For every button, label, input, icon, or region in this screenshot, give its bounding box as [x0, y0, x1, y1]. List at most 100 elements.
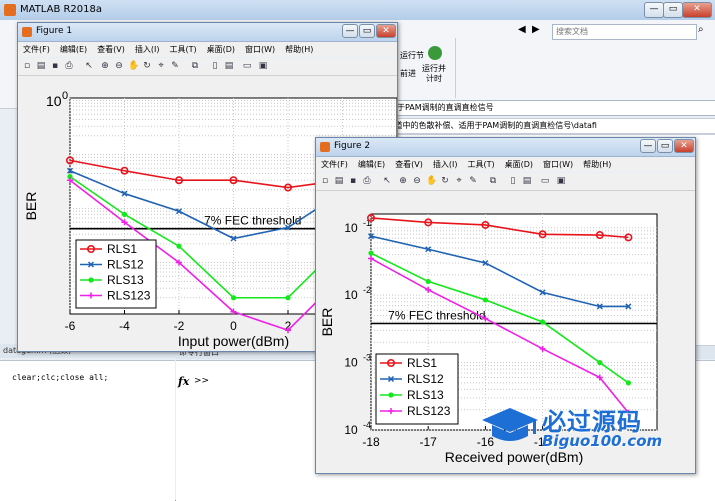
- pointer-icon[interactable]: ↖: [382, 176, 392, 186]
- run-section-label[interactable]: 运行节: [400, 50, 424, 61]
- new-figure-icon[interactable]: ▫: [320, 176, 330, 186]
- figure-2-maximize-button[interactable]: ▭: [657, 139, 673, 153]
- open-icon[interactable]: ▤: [334, 176, 344, 186]
- y-tick-label: 10: [344, 288, 358, 302]
- data-point: [540, 319, 546, 325]
- menu-desktop[interactable]: 桌面(D): [202, 42, 240, 57]
- menu-view[interactable]: 查看(V): [92, 42, 130, 57]
- menu-window[interactable]: 窗口(W): [538, 157, 578, 172]
- x-tick-label: -2: [174, 319, 185, 333]
- legend-label: RLS123: [107, 289, 151, 303]
- open-icon[interactable]: ▤: [36, 61, 46, 71]
- figure-1-maximize-button[interactable]: ▭: [359, 24, 375, 38]
- y-tick-exponent: -1: [363, 218, 371, 228]
- command-prompt: >>: [194, 376, 210, 386]
- back-icon[interactable]: ◀: [518, 24, 528, 38]
- y-tick-label: 10: [344, 356, 358, 370]
- brush-icon[interactable]: ✎: [170, 61, 180, 71]
- print-icon[interactable]: ⎙: [64, 61, 74, 71]
- figure-2-toolbar: ▫ ▤ ▪ ⎙ ↖ ⊕ ⊖ ✋ ↻ ⌖ ✎ ⧉ ▯ ▤ ▭ ▣: [316, 173, 695, 191]
- y-tick-label: 10: [344, 423, 358, 437]
- figure-2-menubar: 文件(F) 编辑(E) 查看(V) 插入(I) 工具(T) 桌面(D) 窗口(W) 帮助(H): [316, 157, 695, 172]
- x-tick-label: -17: [420, 435, 438, 449]
- run-time-icon[interactable]: [428, 46, 442, 60]
- colorbar-icon[interactable]: ▯: [210, 61, 220, 71]
- legend-label: RLS1: [407, 356, 437, 370]
- doc-search-input[interactable]: 搜索文档: [552, 24, 697, 40]
- data-point: [388, 392, 394, 398]
- toolstrip-divider: [455, 38, 456, 98]
- hide-tools-icon[interactable]: ▭: [242, 61, 252, 71]
- dock-icon[interactable]: ▣: [258, 61, 268, 71]
- hide-tools-icon[interactable]: ▭: [540, 176, 550, 186]
- menu-insert[interactable]: 插入(I): [130, 42, 165, 57]
- menu-help[interactable]: 帮助(H): [280, 42, 318, 57]
- data-point: [597, 359, 603, 366]
- x-tick-label: -6: [65, 319, 76, 333]
- figure-2-minimize-button[interactable]: —: [640, 139, 656, 153]
- watermark: 必过源码 Biguo100.com: [478, 398, 708, 458]
- menu-desktop[interactable]: 桌面(D): [500, 157, 538, 172]
- data-cursor-icon[interactable]: ⌖: [156, 61, 166, 71]
- menu-help[interactable]: 帮助(H): [578, 157, 616, 172]
- legend-icon[interactable]: ▤: [522, 176, 532, 186]
- figure-1-minimize-button[interactable]: —: [342, 24, 358, 38]
- zoom-in-icon[interactable]: ⊕: [398, 176, 408, 186]
- figure-2-close-button[interactable]: ✕: [674, 139, 694, 153]
- menu-edit[interactable]: 编辑(E): [55, 42, 92, 57]
- menu-insert[interactable]: 插入(I): [428, 157, 463, 172]
- figure-1-close-button[interactable]: ✕: [376, 24, 396, 38]
- data-point: [482, 297, 488, 303]
- link-icon[interactable]: ⧉: [190, 61, 200, 71]
- link-icon[interactable]: ⧉: [488, 176, 498, 186]
- menu-window[interactable]: 窗口(W): [240, 42, 280, 57]
- close-button[interactable]: ✕: [682, 2, 712, 18]
- menu-view[interactable]: 查看(V): [390, 157, 428, 172]
- zoom-out-icon[interactable]: ⊖: [412, 176, 422, 186]
- save-icon[interactable]: ▪: [50, 61, 60, 71]
- figure-1-title-bar: Figure 1 — ▭ ✕: [18, 23, 397, 42]
- editor-panel[interactable]: clear;clc;close all;: [0, 360, 175, 501]
- graduation-cap-logo-icon: [482, 408, 538, 441]
- data-point: [176, 243, 182, 249]
- print-icon[interactable]: ⎙: [362, 176, 372, 186]
- menu-tools[interactable]: 工具(T): [164, 42, 201, 57]
- rotate-icon[interactable]: ↻: [440, 176, 450, 186]
- new-figure-icon[interactable]: ▫: [22, 61, 32, 71]
- brush-icon[interactable]: ✎: [468, 176, 478, 186]
- data-point: [121, 211, 128, 217]
- pan-icon[interactable]: ✋: [128, 61, 139, 71]
- minimize-button[interactable]: —: [644, 2, 664, 18]
- x-tick-label: 0: [230, 319, 237, 333]
- menu-edit[interactable]: 编辑(E): [353, 157, 390, 172]
- x-tick-label: -18: [362, 435, 380, 449]
- y-axis-label: BER: [23, 192, 39, 221]
- figure-logo-icon: [320, 142, 330, 152]
- pan-icon[interactable]: ✋: [426, 176, 437, 186]
- menu-file[interactable]: 文件(F): [316, 157, 353, 172]
- dock-icon[interactable]: ▣: [556, 176, 566, 186]
- y-axis-label: BER: [319, 308, 335, 337]
- zoom-out-icon[interactable]: ⊖: [114, 61, 124, 71]
- data-point: [425, 278, 431, 285]
- matlab-title-bar: MATLAB R2018a — ▭ ✕: [0, 0, 715, 21]
- y-tick-exponent: -3: [363, 353, 371, 363]
- legend-icon[interactable]: ▤: [224, 61, 234, 71]
- search-icon[interactable]: ⌕: [698, 24, 704, 35]
- colorbar-icon[interactable]: ▯: [508, 176, 518, 186]
- save-icon[interactable]: ▪: [348, 176, 358, 186]
- maximize-button[interactable]: ▭: [663, 2, 683, 18]
- forward-icon[interactable]: ▶: [532, 24, 542, 38]
- figure-1-menubar: 文件(F) 编辑(E) 查看(V) 插入(I) 工具(T) 桌面(D) 窗口(W) 帮助(H): [18, 42, 397, 57]
- zoom-in-icon[interactable]: ⊕: [100, 61, 110, 71]
- run-and-time-label[interactable]: 运行并 计时: [422, 64, 446, 84]
- pointer-icon[interactable]: ↖: [84, 61, 94, 71]
- data-point: [285, 295, 291, 301]
- menu-file[interactable]: 文件(F): [18, 42, 55, 57]
- fx-icon[interactable]: fx: [178, 375, 189, 388]
- menu-tools[interactable]: 工具(T): [462, 157, 499, 172]
- advance-label[interactable]: 前进: [400, 68, 416, 79]
- editor-code-line[interactable]: clear;clc;close all;: [12, 373, 108, 382]
- data-cursor-icon[interactable]: ⌖: [454, 176, 464, 186]
- rotate-icon[interactable]: ↻: [142, 61, 152, 71]
